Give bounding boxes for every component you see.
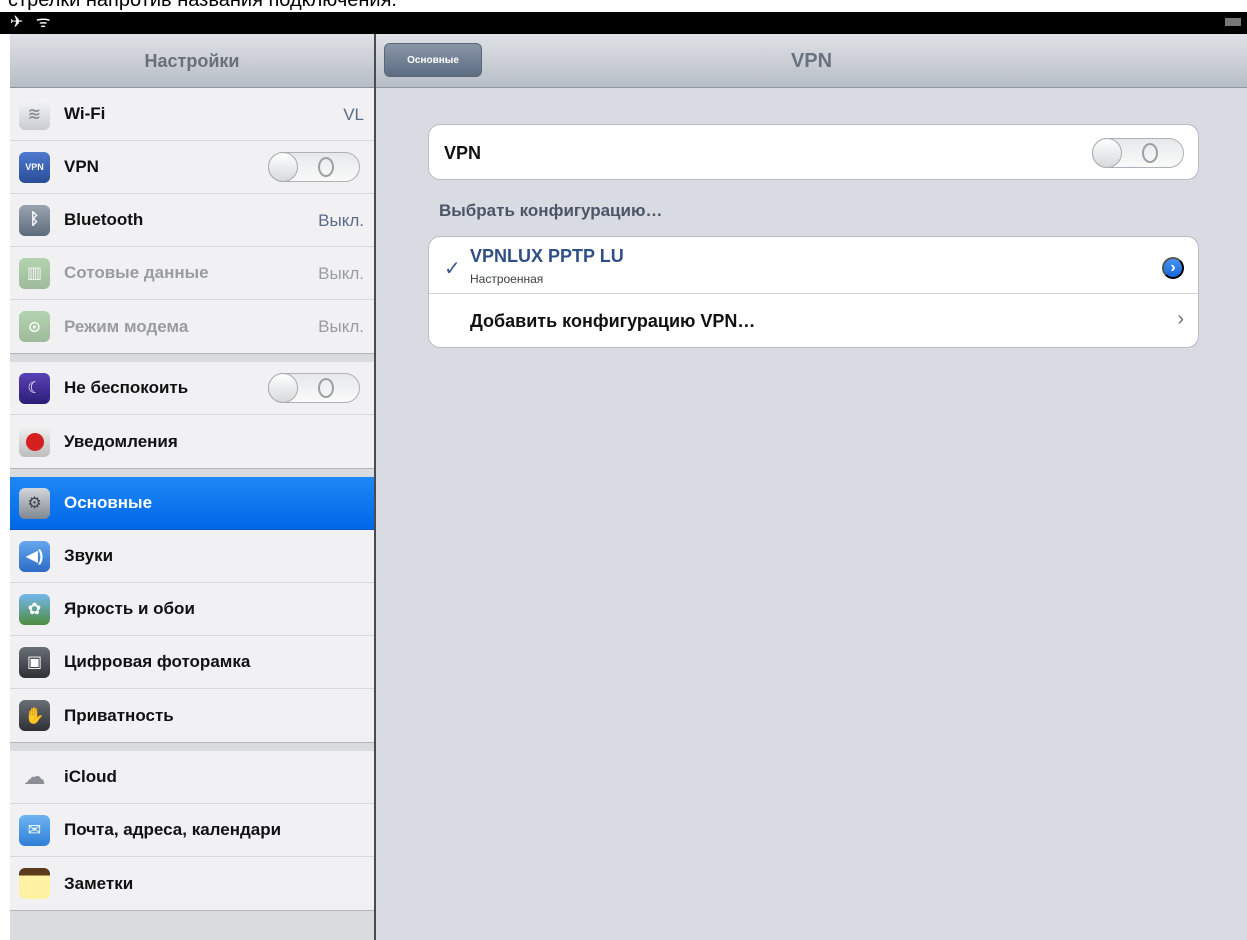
vpn-configurations-card: ✓ VPNLUX PPTP LU Настроенная › Добавить … [428,236,1199,348]
vpn-config-row[interactable]: ✓ VPNLUX PPTP LU Настроенная › [429,237,1198,293]
wifi-network-value: VL [343,105,364,124]
sidebar-item-mail-contacts-calendars[interactable]: ✉ Почта, адреса, календари [10,804,374,857]
sidebar-item-picture-frame[interactable]: ▣ Цифровая фоторамка [10,636,374,689]
gear-icon: ⚙ [19,487,50,519]
sidebar-item-wifi[interactable]: ≋ Wi-Fi VL [10,88,374,141]
add-vpn-config-label: Добавить конфигурацию VPN… [470,311,756,331]
hotspot-icon: ⊙ [19,311,50,342]
photo-frame-icon: ▣ [19,646,50,678]
vpn-config-name: VPNLUX PPTP LU [470,246,624,266]
vpn-toggle-card: VPN [428,124,1199,180]
choose-configuration-header: Выбрать конфигурацию… [439,201,663,220]
sidebar-item-label: Wi-Fi [64,104,106,123]
vpn-toggle-row[interactable]: VPN [429,125,1198,179]
detail-disclosure-icon[interactable]: › [1162,257,1184,279]
settings-sidebar: Настройки ≋ Wi-Fi VL VPN VPN ᛒ Bluetooth… [10,34,374,940]
notifications-icon [19,426,50,457]
sidebar-item-label: Звуки [64,546,114,565]
moon-icon: ☾ [19,372,50,404]
sidebar-item-icloud[interactable]: ☁ iCloud [10,751,374,804]
nav-bar: Основные VPN [376,34,1247,88]
toggle-knob [1092,138,1122,168]
cloud-icon: ☁ [23,764,46,789]
chevron-right-icon: › [1177,308,1184,330]
brightness-icon: ✿ [19,593,50,625]
sidebar-item-do-not-disturb[interactable]: ☾ Не беспокоить [10,362,374,415]
sidebar-item-privacy[interactable]: ✋ Приватность [10,689,374,742]
sidebar-item-notes[interactable]: Заметки [10,857,374,910]
sidebar-item-label: Яркость и обои [64,599,195,618]
vpn-main-toggle[interactable] [1092,138,1184,168]
sidebar-group-general: ⚙ Основные ◀) Звуки ✿ Яркость и обои ▣ Ц… [10,477,374,743]
status-bar: ✈ ᯤ [0,12,1247,34]
bluetooth-icon: ᛒ [19,204,50,236]
sidebar-item-label: iCloud [64,767,117,786]
sidebar-item-personal-hotspot: ⊙ Режим модема Выкл. [10,300,374,353]
sidebar-item-brightness-wallpaper[interactable]: ✿ Яркость и обои [10,583,374,636]
toggle-knob [268,152,298,182]
sidebar-item-label: Заметки [64,873,134,893]
hand-icon: ✋ [19,700,50,731]
sidebar-item-label: Не беспокоить [64,378,189,397]
sidebar-item-label: Цифровая фоторамка [64,652,251,671]
sidebar-item-label: Почта, адреса, календари [64,820,282,839]
sidebar-group-notifications: ☾ Не беспокоить Уведомления [10,362,374,469]
vpn-sidebar-toggle[interactable] [268,152,360,182]
do-not-disturb-toggle[interactable] [268,373,360,403]
bluetooth-status-value: Выкл. [318,211,364,230]
vpn-icon: VPN [19,151,50,183]
vpn-toggle-label: VPN [444,142,482,163]
sidebar-item-general[interactable]: ⚙ Основные [10,477,374,530]
battery-icon [1225,18,1241,26]
speaker-icon: ◀) [19,540,50,572]
toggle-off-indicator [318,157,334,177]
red-dot-icon [25,432,44,451]
vpn-config-subtitle: Настроенная [470,272,544,286]
sidebar-item-label: Основные [64,493,153,512]
toggle-knob [268,373,298,403]
mail-icon: ✉ [19,814,50,846]
hotspot-status-value: Выкл. [318,317,364,336]
toggle-off-indicator [318,378,334,398]
vpn-detail-pane: Основные VPN VPN Выбрать конфигурацию… ✓… [376,34,1247,940]
sidebar-title: Настройки [10,34,374,88]
toggle-off-indicator [1142,143,1158,163]
checkmark-icon: ✓ [444,258,461,280]
cellular-status-value: Выкл. [318,264,364,283]
sidebar-item-sounds[interactable]: ◀) Звуки [10,530,374,583]
page-title: VPN [790,50,833,72]
sidebar-item-label: Уведомления [64,431,178,451]
sidebar-item-label: VPN [64,157,99,176]
wifi-icon: ≋ [19,98,50,130]
sidebar-group-connectivity: ≋ Wi-Fi VL VPN VPN ᛒ Bluetooth Выкл. ▥ С… [10,88,374,354]
airplane-wifi-status-icons: ✈ ᯤ [10,14,55,31]
sidebar-item-label: Сотовые данные [64,263,209,282]
caption-text: стрелки напротив названия подключения. [8,0,397,11]
sidebar-item-label: Приватность [64,705,174,725]
sidebar-item-vpn[interactable]: VPN VPN [10,141,374,194]
sidebar-item-label: Режим модема [64,316,189,336]
add-vpn-config-row[interactable]: Добавить конфигурацию VPN… › [429,293,1198,347]
cellular-icon: ▥ [19,257,50,289]
sidebar-item-label: Bluetooth [64,210,144,229]
sidebar-group-accounts: ☁ iCloud ✉ Почта, адреса, календари Заме… [10,751,374,911]
sidebar-item-bluetooth[interactable]: ᛒ Bluetooth Выкл. [10,194,374,247]
sidebar-item-notifications[interactable]: Уведомления [10,415,374,468]
notes-icon [19,868,50,899]
sidebar-item-cellular-data: ▥ Сотовые данные Выкл. [10,247,374,300]
